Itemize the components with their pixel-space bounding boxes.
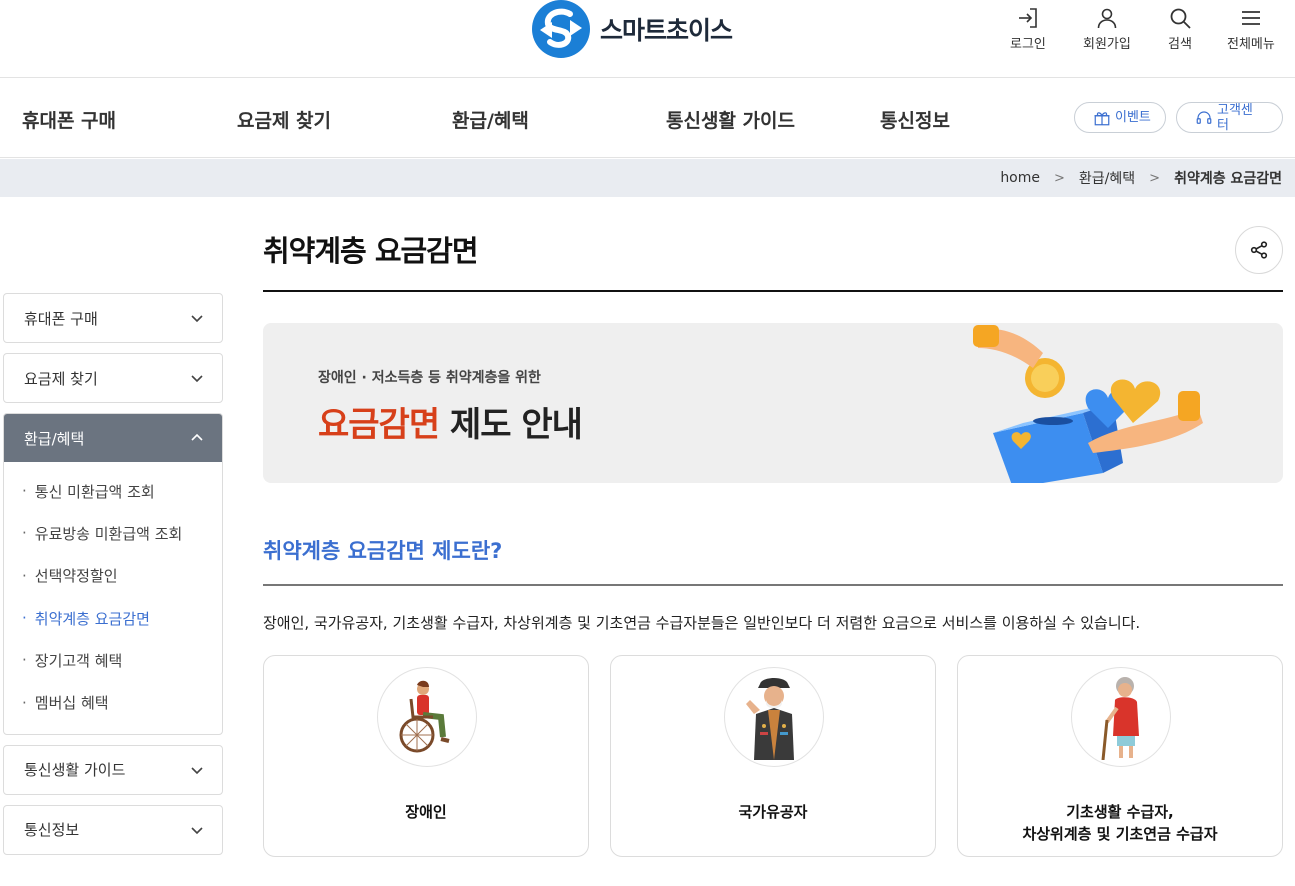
logo-text: 스마트초이스: [600, 15, 733, 45]
card-low-income: 기초생활 수급자, 차상위계층 및 기초연금 수급자: [957, 655, 1283, 857]
submenu-item[interactable]: · 통신 미환급액 조회: [4, 470, 222, 512]
card-label-line1: 기초생활 수급자,: [1066, 803, 1174, 821]
search-icon: [1170, 8, 1191, 29]
login-label: 로그인: [1010, 37, 1046, 52]
card-label: 국가유공자: [738, 803, 808, 821]
section-description: 장애인, 국가유공자, 기초생활 수급자, 차상위계층 및 기초연금 수급자분들…: [263, 614, 1141, 632]
submenu-item-active[interactable]: · 취약계층 요금감면: [4, 597, 222, 639]
sidebar-item-label: 통신정보: [24, 821, 80, 840]
all-menu-button[interactable]: 전체메뉴: [1227, 6, 1275, 52]
card-label-line2: 차상위계층 및 기초연금 수급자: [1022, 825, 1218, 843]
card-disabled: 장애인: [263, 655, 589, 857]
chevron-up-icon: [191, 433, 203, 441]
sidebar-item-label: 휴대폰 구매: [24, 309, 98, 328]
title-divider: [263, 290, 1283, 292]
signup-label: 회원가입: [1083, 37, 1131, 52]
logo-icon: [532, 0, 590, 58]
card-veteran: 국가유공자: [610, 655, 936, 857]
breadcrumb-current: 취약계층 요금감면: [1174, 171, 1282, 187]
sidebar-item-telecom-info[interactable]: 통신정보: [3, 804, 223, 855]
gnb-telecom-info[interactable]: 통신정보: [880, 106, 950, 133]
search-label: 검색: [1168, 37, 1192, 52]
chevron-down-icon: [191, 315, 203, 323]
user-icon: [1097, 8, 1117, 29]
login-icon: [1018, 8, 1037, 28]
sidebar-submenu: · 통신 미환급액 조회 · 유료방송 미환급액 조회 · 선택약정할인 · 취약계층 …: [4, 462, 222, 734]
menu-icon: [1241, 11, 1260, 25]
banner-title: 요금감면 제도 안내: [318, 397, 583, 446]
sidebar-item-label: 요금제 찾기: [24, 369, 98, 388]
sidebar-item-label: 환급/혜택: [24, 429, 85, 448]
gnb-plan-finder[interactable]: 요금제 찾기: [237, 106, 331, 133]
sidebar-group-refund-benefit: 환급/혜택 · 통신 미환급액 조회 · 유료방송 미환급액 조회 · 선택약정할인 …: [3, 413, 223, 735]
all-menu-label: 전체메뉴: [1227, 37, 1275, 52]
chevron-down-icon: [191, 375, 203, 383]
card-label: 장애인: [405, 803, 447, 821]
gnb-phone-purchase[interactable]: 휴대폰 구매: [22, 106, 116, 133]
submenu-item[interactable]: · 유료방송 미환급액 조회: [4, 512, 222, 554]
section-divider: [263, 584, 1283, 586]
site-logo[interactable]: 스마트초이스: [532, 0, 733, 58]
main-navigation: 휴대폰 구매 요금제 찾기 환급/혜택 통신생활 가이드 통신정보 이벤트 고객…: [0, 78, 1295, 158]
gift-icon: [1094, 111, 1110, 125]
chevron-right-icon: >: [1054, 170, 1065, 186]
signup-button[interactable]: 회원가입: [1083, 6, 1131, 52]
support-label: 고객센터: [1217, 102, 1253, 133]
hero-banner: 장애인 · 저소득층 등 취약계층을 위한 요금감면 제도 안내: [263, 323, 1283, 483]
gnb-refund-benefit[interactable]: 환급/혜택: [452, 106, 529, 133]
event-button[interactable]: 이벤트: [1074, 102, 1166, 133]
breadcrumb-home[interactable]: home: [1000, 170, 1040, 186]
support-center-button[interactable]: 고객센터: [1176, 102, 1283, 133]
chevron-right-icon: >: [1149, 170, 1161, 186]
breadcrumb-level1[interactable]: 환급/혜택: [1079, 168, 1135, 188]
sidebar-item-label: 통신생활 가이드: [24, 761, 126, 780]
banner-highlight: 요금감면: [318, 405, 440, 445]
chevron-down-icon: [191, 767, 203, 774]
gnb-life-guide[interactable]: 통신생활 가이드: [666, 106, 795, 133]
share-icon: [1250, 241, 1268, 259]
sidebar: 휴대폰 구매 요금제 찾기 환급/혜택 · 통신 미환급액 조회 · 유료방송 미환…: [3, 293, 223, 865]
search-button[interactable]: 검색: [1168, 6, 1192, 52]
banner-title-rest: 제도 안내: [439, 405, 583, 445]
section-title: 취약계층 요금감면 제도란?: [263, 539, 503, 563]
chevron-down-icon: [191, 827, 203, 834]
elderly-illustration: [1071, 667, 1171, 767]
donation-box-illustration: [973, 325, 1203, 483]
sidebar-item-plan-finder[interactable]: 요금제 찾기: [3, 353, 223, 403]
top-header: 스마트초이스 로그인 회원가입 검색 전체메뉴: [0, 0, 1295, 78]
sidebar-item-phone-purchase[interactable]: 휴대폰 구매: [3, 293, 223, 343]
submenu-item[interactable]: · 멤버십 혜택: [4, 681, 222, 723]
submenu-item[interactable]: · 선택약정할인: [4, 555, 222, 597]
sidebar-item-life-guide[interactable]: 통신생활 가이드: [3, 744, 223, 795]
submenu-item[interactable]: · 장기고객 혜택: [4, 639, 222, 681]
veteran-illustration: [724, 667, 824, 767]
banner-subtitle: 장애인 · 저소득층 등 취약계층을 위한: [318, 370, 541, 386]
sidebar-item-refund-benefit[interactable]: 환급/혜택: [4, 414, 222, 462]
breadcrumb: home > 환급/혜택 > 취약계층 요금감면: [0, 159, 1295, 197]
share-button[interactable]: [1235, 226, 1283, 274]
headset-icon: [1196, 110, 1212, 124]
wheelchair-user-illustration: [377, 667, 477, 767]
page-title: 취약계층 요금감면: [263, 234, 479, 268]
login-button[interactable]: 로그인: [1010, 6, 1046, 52]
event-label: 이벤트: [1115, 110, 1151, 125]
